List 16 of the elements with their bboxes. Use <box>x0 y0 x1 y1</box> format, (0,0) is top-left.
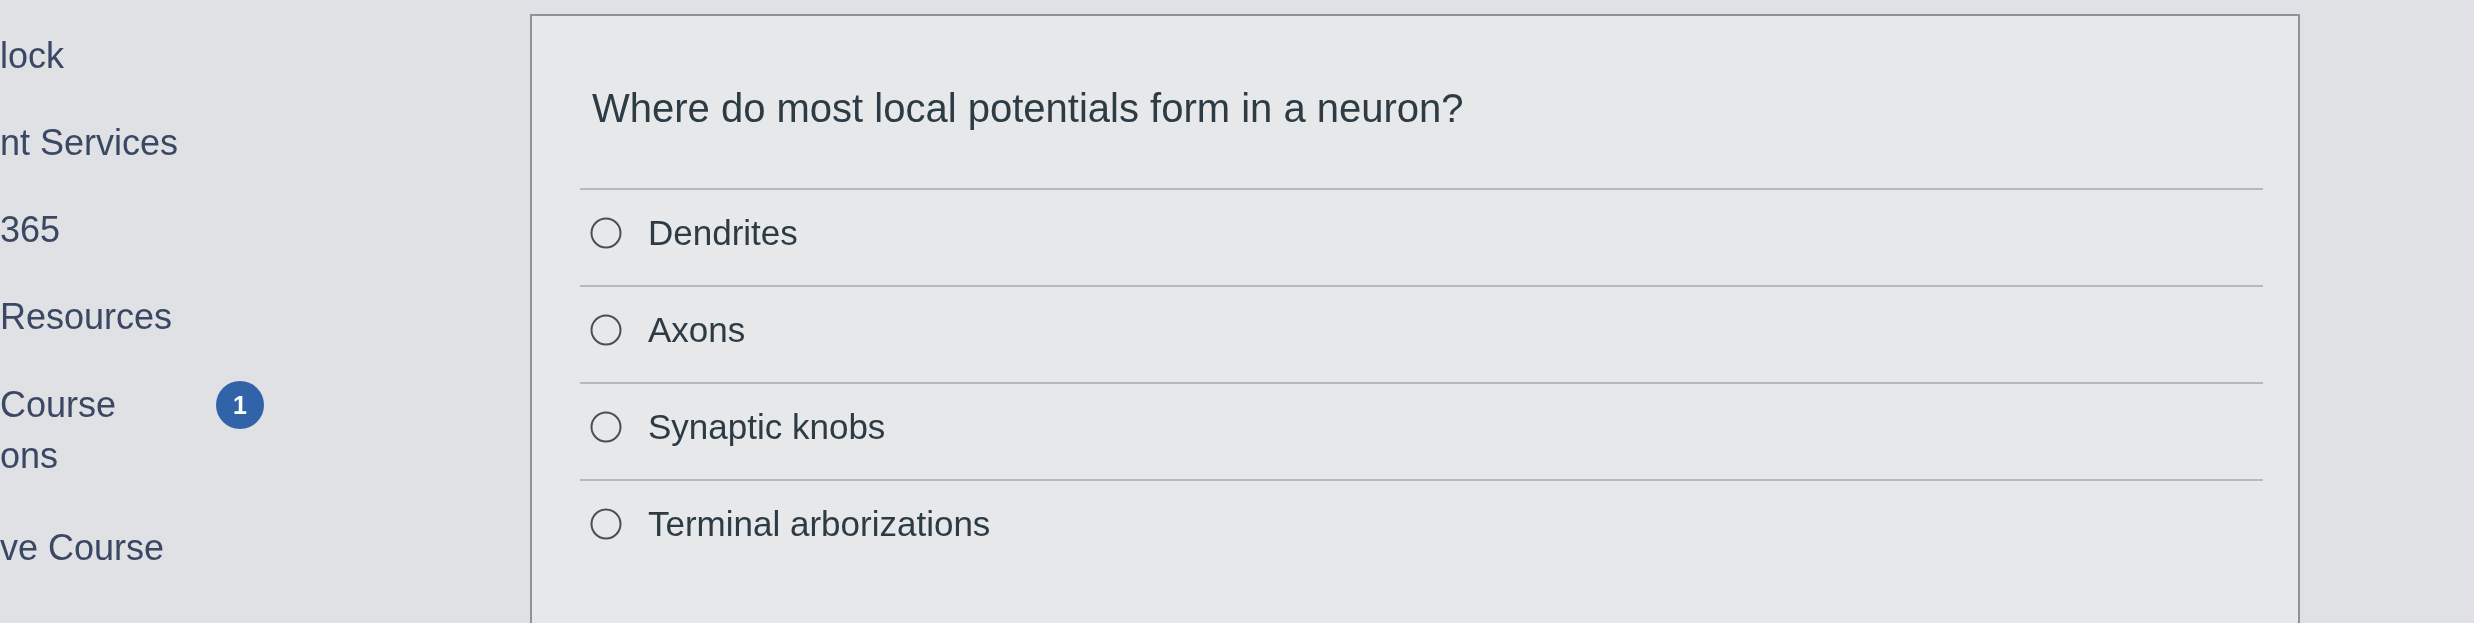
radio-button[interactable] <box>590 508 622 540</box>
sidebar-link[interactable]: nt Services <box>0 99 216 186</box>
question-text: Where do most local potentials form in a neuron? <box>592 86 1464 130</box>
option-label[interactable]: Axons <box>648 310 746 350</box>
sidebar-link[interactable]: Resources <box>0 273 216 360</box>
option-label[interactable]: Terminal arborizations <box>648 504 991 544</box>
radio-button[interactable] <box>590 411 622 443</box>
sidebar-link[interactable]: 365 <box>0 186 216 273</box>
option-label[interactable]: Dendrites <box>648 213 798 253</box>
radio-button[interactable] <box>590 314 622 346</box>
option-label[interactable]: Synaptic knobs <box>648 407 886 447</box>
sidebar-link[interactable]: ve Course <box>0 504 216 591</box>
radio-button[interactable] <box>590 217 622 249</box>
sidebar-link[interactable]: Course ons <box>0 379 216 481</box>
sidebar-link[interactable]: lock <box>0 12 216 99</box>
unread-count-badge: 1 <box>216 381 264 429</box>
